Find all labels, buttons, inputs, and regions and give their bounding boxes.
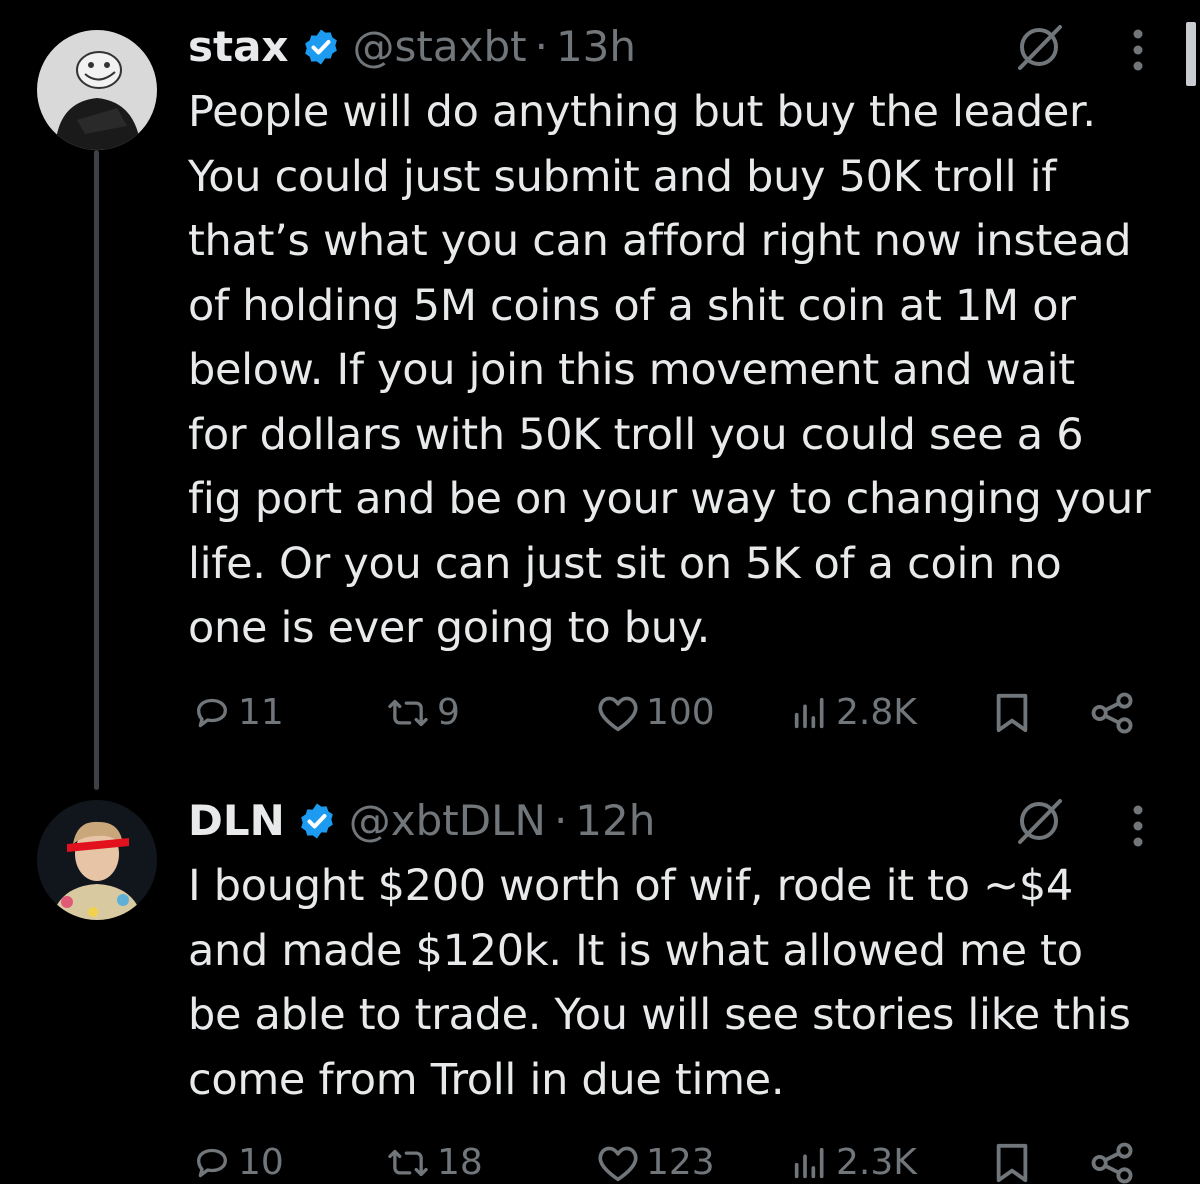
display-name[interactable]: DLN [188, 796, 285, 845]
share-icon [1091, 1142, 1133, 1184]
display-name[interactable]: stax [188, 22, 289, 71]
grok-icon[interactable] [1014, 22, 1064, 72]
post-header: DLN @xbtDLN · 12h [188, 796, 655, 845]
post-text: I bought $200 worth of wif, rode it to ~… [188, 861, 1131, 1105]
bookmark-button[interactable] [992, 692, 1032, 734]
separator-dot: · [534, 22, 548, 71]
verified-badge-icon [301, 27, 341, 67]
handle[interactable]: @staxbt [353, 22, 527, 71]
timestamp[interactable]: 13h [556, 22, 636, 71]
reply-icon [197, 698, 227, 727]
avatar-stax[interactable] [37, 30, 157, 150]
reply-button[interactable]: 10 [192, 1142, 284, 1183]
more-icon[interactable] [1132, 28, 1144, 72]
repost-count: 18 [437, 1142, 483, 1183]
reply-button[interactable]: 11 [192, 692, 284, 733]
repost-icon [388, 699, 428, 726]
like-count: 123 [646, 1142, 715, 1183]
bookmark-button[interactable] [992, 1142, 1032, 1184]
share-button[interactable] [1090, 1142, 1136, 1184]
verified-badge-icon [297, 801, 337, 841]
repost-icon [388, 1149, 428, 1176]
bookmark-icon [996, 693, 1028, 733]
post-text: People will do anything but buy the lead… [188, 87, 1151, 653]
reply-count: 10 [238, 1142, 284, 1183]
like-count: 100 [646, 692, 715, 733]
repost-count: 9 [437, 692, 460, 733]
views-icon [794, 1147, 824, 1178]
share-button[interactable] [1090, 692, 1136, 734]
views-icon [794, 697, 824, 728]
like-button[interactable]: 100 [596, 692, 715, 733]
like-icon [598, 696, 638, 731]
more-icon[interactable] [1132, 804, 1144, 848]
handle[interactable]: @xbtDLN [349, 796, 546, 845]
post-header: stax @staxbt · 13h [188, 22, 636, 71]
timestamp[interactable]: 12h [575, 796, 655, 845]
views-count: 2.8K [836, 692, 917, 733]
views-count: 2.3K [836, 1142, 917, 1183]
timeline-scrollbar[interactable] [1186, 22, 1196, 86]
views-button[interactable]: 2.8K [790, 692, 917, 733]
grok-icon[interactable] [1014, 796, 1064, 846]
like-button[interactable]: 123 [596, 1142, 715, 1183]
views-button[interactable]: 2.3K [790, 1142, 917, 1183]
repost-button[interactable]: 9 [385, 692, 460, 733]
bookmark-icon [996, 1143, 1028, 1183]
repost-button[interactable]: 18 [385, 1142, 483, 1183]
like-icon [598, 1146, 638, 1181]
separator-dot: · [553, 796, 568, 845]
avatar-dln[interactable] [37, 800, 157, 920]
reply-count: 11 [238, 692, 284, 733]
share-icon [1091, 692, 1133, 734]
thread-connector-line [94, 150, 99, 790]
reply-icon [197, 1148, 227, 1177]
